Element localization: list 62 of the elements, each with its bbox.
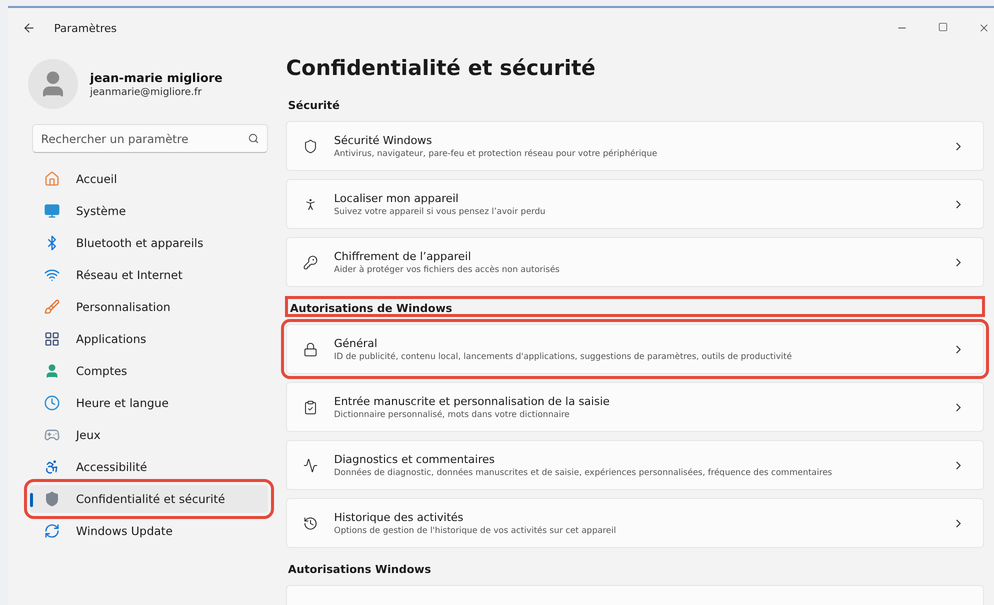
settings-card[interactable]: Localiser mon appareil Suivez votre appareil si vous pensez l’avoir perdu <box>286 179 984 229</box>
user-name: jean-marie migliore <box>90 70 223 84</box>
sidebar-item[interactable]: Confidentialité et sécurité <box>30 485 268 513</box>
back-icon[interactable] <box>22 21 36 35</box>
sidebar-item[interactable]: Réseau et Internet <box>30 261 268 289</box>
clipboard-icon <box>303 400 318 414</box>
accessibility-icon <box>44 459 60 475</box>
card-title: Général <box>334 336 378 350</box>
sidebar-item[interactable]: Accessibilité <box>30 453 268 481</box>
user-icon <box>44 363 60 379</box>
card-title: Chiffrement de l’appareil <box>334 250 472 262</box>
sidebar-item[interactable]: Personnalisation <box>30 293 268 321</box>
card-title: Entrée manuscrite et personnalisation de la saisie <box>334 394 611 408</box>
card-description: Données de diagnostic, données manuscrites et de saisie, expériences personnalisées, fréquence des commentaires <box>334 468 834 478</box>
sidebar-item[interactable]: Comptes <box>30 357 268 385</box>
settings-card[interactable]: Sécurité Windows Antivirus, navigateur, pare-feu et protection réseau pour votre périphérique <box>286 121 984 171</box>
settings-card[interactable]: Entrée manuscrite et personnalisation de la saisie Dictionnaire personnalisé, mots dans votre dictionnaire <box>286 382 984 432</box>
page-title: Confidentialité et sécurité <box>286 55 597 82</box>
card-title: Historique des activités <box>334 510 464 524</box>
shield-icon <box>303 138 318 154</box>
card-description: ID de publicité, contenu local, lancements d'applications, suggestions de paramètres, outils de productivité <box>334 352 793 362</box>
activity-icon <box>303 458 318 472</box>
brush-icon <box>44 299 60 315</box>
key-icon <box>303 254 318 270</box>
wifi-icon <box>44 267 60 283</box>
refresh-icon <box>44 523 60 539</box>
monitor-icon <box>44 203 60 219</box>
card-title: Diagnostics et commentaires <box>334 452 496 466</box>
settings-card[interactable]: Diagnostics et commentaires Données de diagnostic, données manuscrites et de saisie, expériences personnalisées, fréquence des commentaires <box>286 440 984 490</box>
section-heading: Autorisations de Windows <box>286 297 984 316</box>
section-heading: Sécurité <box>287 98 341 113</box>
search-icon[interactable] <box>248 133 259 144</box>
shield-icon <box>44 491 60 507</box>
clock-icon <box>44 395 60 411</box>
history-icon <box>303 516 318 530</box>
sidebar-item[interactable]: Windows Update <box>30 517 268 545</box>
card-title: Localiser mon appareil <box>334 192 460 204</box>
card-description: Dictionnaire personnalisé, mots dans votre dictionnaire <box>334 410 571 420</box>
card-description: Options de gestion de l'historique de vos activités sur cet appareil <box>334 526 617 536</box>
user-email: jeanmarie@migliore.fr <box>90 86 203 98</box>
sidebar-item[interactable]: Jeux <box>30 421 268 449</box>
close-icon[interactable] <box>978 22 990 34</box>
gamepad-icon <box>44 427 60 443</box>
maximize-icon[interactable] <box>938 22 948 32</box>
sidebar-item[interactable]: Bluetooth et appareils <box>30 229 268 257</box>
sidebar-item[interactable]: Système <box>30 197 268 225</box>
search-field[interactable]: Rechercher un paramètre <box>32 124 268 153</box>
card-title: Sécurité Windows <box>334 134 434 146</box>
home-icon <box>44 171 60 187</box>
lock-icon <box>303 342 318 356</box>
card-description: Aider à protéger vos fichiers des accès non autorisés <box>334 264 561 274</box>
window-title: Paramètres <box>54 22 117 34</box>
section-heading: Autorisations Windows <box>287 562 432 577</box>
settings-card[interactable]: Historique des activités Options de gestion de l'historique de vos activités sur cet appareil <box>286 498 984 548</box>
apps-icon <box>44 331 60 347</box>
sidebar-item[interactable]: Accueil <box>30 165 268 193</box>
sidebar-item[interactable]: Heure et langue <box>30 389 268 417</box>
avatar <box>28 59 78 109</box>
sidebar-item[interactable]: Applications <box>30 325 268 353</box>
settings-card[interactable]: Chiffrement de l’appareil Aider à protéger vos fichiers des accès non autorisés <box>286 237 984 287</box>
card-description: Suivez votre appareil si vous pensez l’avoir perdu <box>334 206 546 216</box>
card-description: Antivirus, navigateur, pare-feu et protection réseau pour votre périphérique <box>334 148 658 158</box>
